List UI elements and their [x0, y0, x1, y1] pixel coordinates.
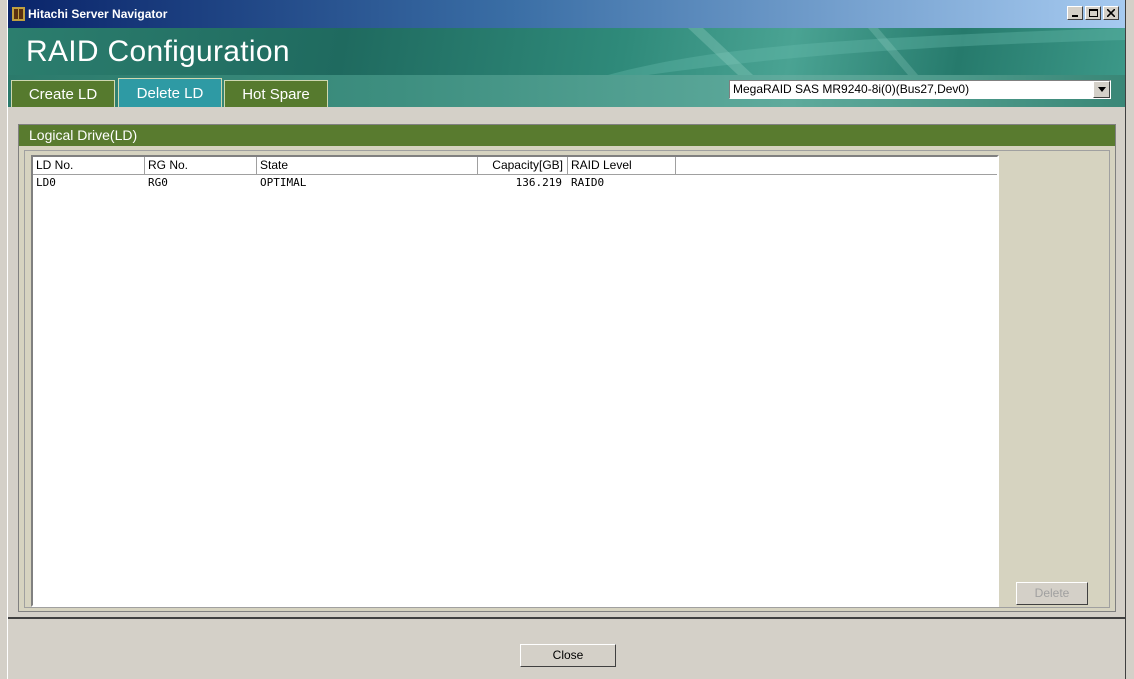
window-title: Hitachi Server Navigator — [28, 7, 168, 21]
bottom-bar: Close — [8, 619, 1125, 679]
column-header-state[interactable]: State — [257, 157, 478, 174]
close-button[interactable]: Close — [520, 644, 616, 667]
delete-button[interactable]: Delete — [1016, 582, 1088, 605]
chevron-down-icon — [1097, 87, 1106, 92]
column-header-raid-level[interactable]: RAID Level — [568, 157, 676, 174]
app-window: Hitachi Server Navigator RAID Configurat… — [7, 0, 1126, 679]
header-banner: RAID Configuration — [8, 28, 1125, 75]
close-icon — [1107, 9, 1115, 17]
column-header-capacity[interactable]: Capacity[GB] — [478, 157, 568, 174]
cell-raid-level: RAID0 — [571, 176, 605, 189]
window-controls — [1067, 6, 1119, 20]
tab-hot-spare[interactable]: Hot Spare — [224, 80, 328, 108]
table-row[interactable]: LD0 RG0 OPTIMAL 136.219 RAID0 — [33, 175, 997, 191]
dropdown-button[interactable] — [1093, 81, 1110, 98]
app-icon — [12, 7, 25, 21]
page-title: RAID Configuration — [26, 35, 290, 68]
cell-state: OPTIMAL — [260, 176, 307, 189]
logical-drive-list[interactable]: LD No. RG No. State Capacity[GB] RAID Le… — [31, 155, 999, 607]
minimize-button[interactable] — [1067, 6, 1083, 20]
maximize-icon — [1088, 9, 1098, 17]
main-panel: Logical Drive(LD) LD No. RG No. State Ca… — [8, 107, 1125, 619]
close-window-button[interactable] — [1103, 6, 1119, 20]
tab-delete-ld[interactable]: Delete LD — [118, 78, 222, 108]
cell-rg-no: RG0 — [148, 176, 168, 189]
column-header-ld-no[interactable]: LD No. — [33, 157, 145, 174]
title-bar[interactable]: Hitachi Server Navigator — [8, 0, 1125, 28]
group-title: Logical Drive(LD) — [19, 125, 1115, 146]
cell-ld-no: LD0 — [36, 176, 56, 189]
column-header-rg-no[interactable]: RG No. — [145, 157, 257, 174]
logical-drive-group: Logical Drive(LD) LD No. RG No. State Ca… — [18, 124, 1116, 612]
controller-select-value: MegaRAID SAS MR9240-8i(0)(Bus27,Dev0) — [733, 82, 970, 96]
controller-select[interactable]: MegaRAID SAS MR9240-8i(0)(Bus27,Dev0) — [729, 80, 1111, 99]
maximize-button[interactable] — [1085, 6, 1101, 20]
list-header: LD No. RG No. State Capacity[GB] RAID Le… — [33, 157, 997, 175]
tab-create-ld[interactable]: Create LD — [11, 80, 115, 108]
minimize-icon — [1072, 15, 1078, 17]
cell-capacity: 136.219 — [515, 176, 562, 189]
